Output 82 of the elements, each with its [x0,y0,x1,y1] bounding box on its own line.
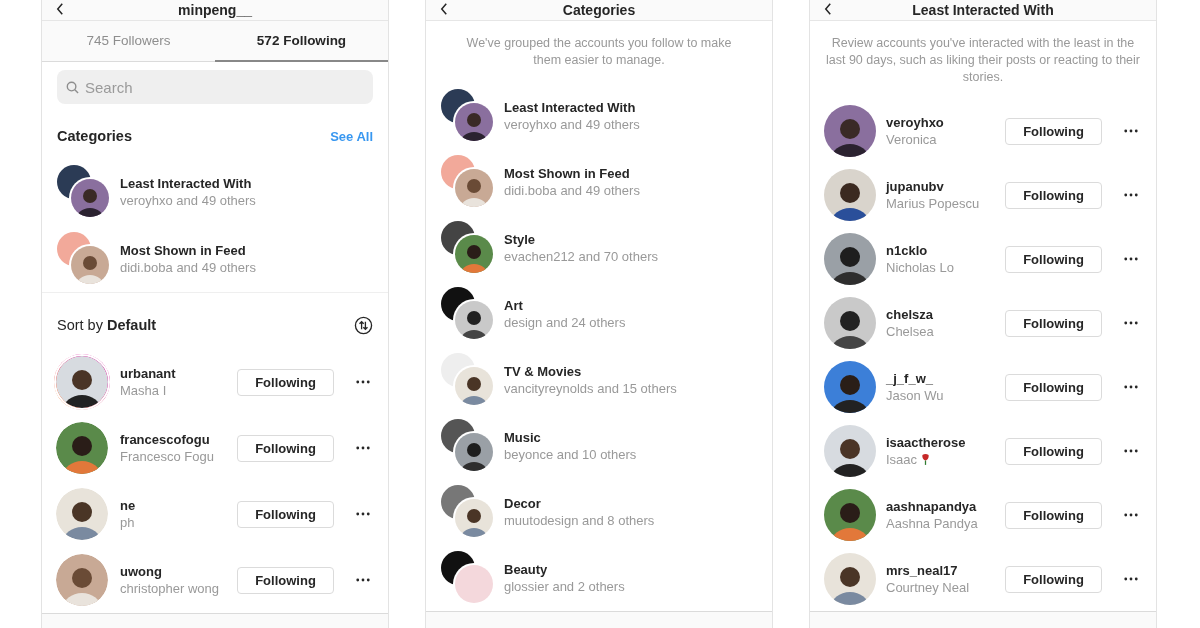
screen-title: Categories [562,2,636,18]
more-icon[interactable] [1124,449,1138,453]
username[interactable]: mrs_neal17 [886,563,958,578]
full-name: ph [120,515,135,530]
category-summary: veroyhxo and 49 others [504,117,640,132]
username[interactable]: jupanubv [886,179,944,194]
username[interactable]: urbanant [120,366,176,381]
more-icon[interactable] [1124,577,1138,581]
full-name: Francesco Fogu [120,449,214,464]
more-icon[interactable] [1124,129,1138,133]
category-name[interactable]: Most Shown in Feed [504,166,630,181]
section-title: Categories [57,128,132,144]
full-name: Nicholas Lo [886,260,954,275]
category-summary: beyonce and 10 others [504,447,637,462]
category-summary: didi.boba and 49 others [504,183,640,198]
search-icon [66,81,79,94]
category-name[interactable]: Music [504,430,541,445]
following-button[interactable]: Following [237,500,334,528]
category-summary: muutodesign and 8 others [504,513,655,528]
category-name[interactable]: Most Shown in Feed [120,242,246,258]
category-summary: didi.boba and 49 others [120,259,256,275]
more-icon[interactable] [356,512,370,516]
username[interactable]: francescofogu [120,432,210,447]
more-icon[interactable] [356,578,370,582]
category-summary: evachen212 and 70 others [504,249,658,264]
username[interactable]: chelsza [886,307,933,322]
more-icon[interactable] [1124,257,1138,261]
full-name: Aashna Pandya [886,516,978,531]
following-button[interactable]: Following [1005,117,1102,145]
search-field[interactable]: Search [57,70,373,104]
full-name: Jason Wu [886,388,944,403]
description: Review accounts you've interacted with the least in the last 90 days, such as liking their posts or reacting to their stories. [824,35,1141,86]
sort-label: Sort by Default [57,317,157,333]
full-name: Masha I [120,383,167,398]
following-button[interactable]: Following [1005,181,1102,209]
category-name[interactable]: Art [504,298,523,313]
screen-title: Least Interacted With [912,2,1054,18]
category-name[interactable]: TV & Movies [504,364,582,379]
full-name: Courtney Neal [886,580,970,595]
following-button[interactable]: Following [1005,501,1102,529]
sort-icon[interactable] [354,315,373,335]
more-icon[interactable] [1124,193,1138,197]
username[interactable]: aashnapandya [886,499,977,514]
category-name[interactable]: Decor [504,496,541,511]
following-button[interactable]: Following [1005,373,1102,401]
username[interactable]: _j_f_w_ [886,371,933,386]
category-name[interactable]: Least Interacted With [120,175,252,191]
back-icon[interactable] [56,3,64,15]
category-summary: glossier and 2 others [504,579,625,594]
more-icon[interactable] [356,380,370,384]
following-button[interactable]: Following [1005,565,1102,593]
following-button[interactable]: Following [237,566,334,594]
more-icon[interactable] [1124,513,1138,517]
tab[interactable]: 572 Following [215,21,388,62]
more-icon[interactable] [1124,385,1138,389]
back-icon[interactable] [440,3,448,15]
following-button[interactable]: Following [237,368,334,396]
following-button[interactable]: Following [1005,245,1102,273]
category-summary: vancityreynolds and 15 others [504,381,677,396]
following-button[interactable]: Following [1005,437,1102,465]
more-icon[interactable] [356,446,370,450]
following-button[interactable]: Following [237,434,334,462]
category-summary: veroyhxo and 49 others [120,192,256,208]
more-icon[interactable] [1124,321,1138,325]
username[interactable]: ne [120,498,136,513]
category-name[interactable]: Beauty [504,562,548,577]
full-name: christopher wong [120,581,219,596]
back-icon[interactable] [824,3,832,15]
username[interactable]: veroyhxo [886,115,944,130]
full-name: Chelsea [886,324,934,339]
username[interactable]: n1cklo [886,243,928,258]
full-name: Isaac [886,452,918,467]
full-name: Marius Popescu [886,196,980,211]
username[interactable]: isaactherose [886,435,966,450]
category-name[interactable]: Style [504,232,536,247]
full-name: Veronica [886,132,937,147]
category-summary: design and 24 others [504,315,626,330]
description: We've grouped the accounts you follow to make them easier to manage. [465,35,733,69]
following-button[interactable]: Following [1005,309,1102,337]
screen-title: minpeng__ [178,2,252,18]
category-name[interactable]: Least Interacted With [504,100,636,115]
username[interactable]: uwong [120,564,162,579]
